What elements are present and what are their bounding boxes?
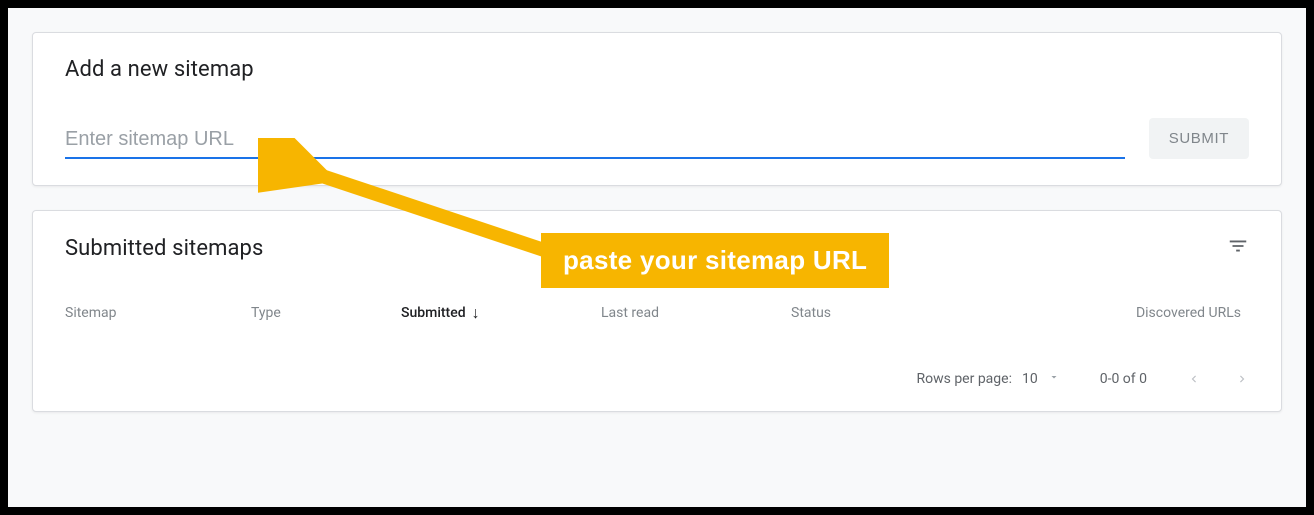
rows-per-page-label: Rows per page:	[916, 371, 1011, 387]
col-submitted-label: Submitted	[401, 305, 466, 321]
sitemap-url-input[interactable]	[65, 124, 1125, 159]
col-type[interactable]: Type	[251, 305, 401, 321]
pager-range: 0-0 of 0	[1100, 371, 1147, 387]
submitted-sitemaps-title: Submitted sitemaps	[65, 236, 263, 261]
col-status[interactable]: Status	[791, 305, 1041, 321]
col-sitemap[interactable]: Sitemap	[65, 305, 251, 321]
pager-next-icon[interactable]	[1235, 367, 1249, 391]
col-discovered-urls[interactable]: Discovered URLs	[1041, 305, 1249, 321]
table-pager: Rows per page: 10 0-0 of 0	[65, 367, 1249, 391]
rows-per-page-value[interactable]: 10	[1022, 371, 1038, 387]
col-last-read[interactable]: Last read	[601, 305, 791, 321]
pager-prev-icon[interactable]	[1187, 367, 1201, 391]
annotation-label: paste your sitemap URL	[541, 233, 889, 288]
sitemaps-table-header: Sitemap Type Submitted ↓ Last read Statu…	[65, 303, 1249, 323]
sort-down-icon: ↓	[472, 303, 480, 323]
rows-per-page-dropdown-icon[interactable]	[1048, 371, 1060, 387]
submit-button[interactable]: SUBMIT	[1149, 118, 1249, 159]
add-sitemap-card: Add a new sitemap SUBMIT	[32, 32, 1282, 186]
filter-icon[interactable]	[1227, 235, 1249, 261]
add-sitemap-title: Add a new sitemap	[65, 57, 1249, 82]
col-submitted[interactable]: Submitted ↓	[401, 303, 601, 323]
